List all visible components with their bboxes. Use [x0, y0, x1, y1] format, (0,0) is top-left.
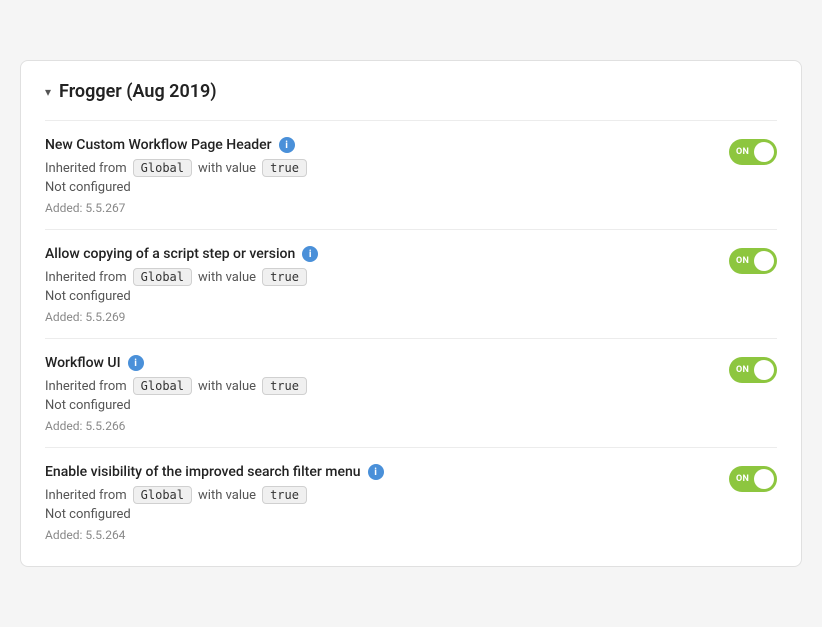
info-icon[interactable]: i — [302, 246, 318, 262]
features-list: New Custom Workflow Page Header i Inheri… — [45, 120, 777, 556]
feature-row: Allow copying of a script step or versio… — [45, 246, 777, 328]
feature-content: Enable visibility of the improved search… — [45, 464, 729, 546]
value-badge: true — [262, 486, 307, 504]
inherited-from-label: Inherited from — [45, 161, 127, 176]
feature-name: Allow copying of a script step or versio… — [45, 246, 295, 262]
feature-name: Workflow UI — [45, 355, 121, 371]
value-badge: true — [262, 159, 307, 177]
chevron-down-icon[interactable]: ▾ — [45, 85, 51, 99]
feature-name: New Custom Workflow Page Header — [45, 137, 272, 153]
not-configured-label: Not configured — [45, 398, 729, 413]
feature-item: New Custom Workflow Page Header i Inheri… — [45, 120, 777, 229]
inherited-from-label: Inherited from — [45, 270, 127, 285]
feature-item: Workflow UI i Inherited from Global with… — [45, 338, 777, 447]
toggle-slider: ON — [729, 139, 777, 165]
feature-toggle[interactable]: ON — [729, 357, 777, 383]
feature-item: Enable visibility of the improved search… — [45, 447, 777, 556]
inherited-from-label: Inherited from — [45, 488, 127, 503]
toggle-slider: ON — [729, 248, 777, 274]
global-badge: Global — [133, 159, 192, 177]
feature-row: New Custom Workflow Page Header i Inheri… — [45, 137, 777, 219]
info-icon[interactable]: i — [128, 355, 144, 371]
feature-content: New Custom Workflow Page Header i Inheri… — [45, 137, 729, 219]
toggle-on-label: ON — [736, 147, 749, 157]
inherited-row: Inherited from Global with value true — [45, 377, 729, 395]
inherited-row: Inherited from Global with value true — [45, 486, 729, 504]
toggle-on-label: ON — [736, 256, 749, 266]
feature-content: Workflow UI i Inherited from Global with… — [45, 355, 729, 437]
info-icon[interactable]: i — [279, 137, 295, 153]
feature-toggle[interactable]: ON — [729, 466, 777, 492]
feature-row: Workflow UI i Inherited from Global with… — [45, 355, 777, 437]
feature-title-row: Enable visibility of the improved search… — [45, 464, 729, 480]
feature-title-row: Workflow UI i — [45, 355, 729, 371]
not-configured-label: Not configured — [45, 507, 729, 522]
feature-toggle[interactable]: ON — [729, 139, 777, 165]
added-version-label: Added: 5.5.267 — [45, 201, 729, 215]
global-badge: Global — [133, 486, 192, 504]
feature-title-row: Allow copying of a script step or versio… — [45, 246, 729, 262]
global-badge: Global — [133, 377, 192, 395]
info-icon[interactable]: i — [368, 464, 384, 480]
added-version-label: Added: 5.5.266 — [45, 419, 729, 433]
toggle-on-label: ON — [736, 474, 749, 484]
feature-title-row: New Custom Workflow Page Header i — [45, 137, 729, 153]
value-badge: true — [262, 268, 307, 286]
added-version-label: Added: 5.5.269 — [45, 310, 729, 324]
inherited-from-label: Inherited from — [45, 379, 127, 394]
feature-row: Enable visibility of the improved search… — [45, 464, 777, 546]
added-version-label: Added: 5.5.264 — [45, 528, 729, 542]
value-badge: true — [262, 377, 307, 395]
not-configured-label: Not configured — [45, 180, 729, 195]
with-value-label: with value — [198, 270, 256, 285]
with-value-label: with value — [198, 488, 256, 503]
global-badge: Global — [133, 268, 192, 286]
section-title: Frogger (Aug 2019) — [59, 81, 217, 102]
section-header: ▾ Frogger (Aug 2019) — [45, 81, 777, 102]
feature-name: Enable visibility of the improved search… — [45, 464, 361, 480]
toggle-slider: ON — [729, 357, 777, 383]
with-value-label: with value — [198, 161, 256, 176]
main-container: ▾ Frogger (Aug 2019) New Custom Workflow… — [20, 60, 802, 567]
inherited-row: Inherited from Global with value true — [45, 268, 729, 286]
inherited-row: Inherited from Global with value true — [45, 159, 729, 177]
toggle-on-label: ON — [736, 365, 749, 375]
with-value-label: with value — [198, 379, 256, 394]
feature-toggle[interactable]: ON — [729, 248, 777, 274]
toggle-slider: ON — [729, 466, 777, 492]
feature-item: Allow copying of a script step or versio… — [45, 229, 777, 338]
feature-content: Allow copying of a script step or versio… — [45, 246, 729, 328]
not-configured-label: Not configured — [45, 289, 729, 304]
